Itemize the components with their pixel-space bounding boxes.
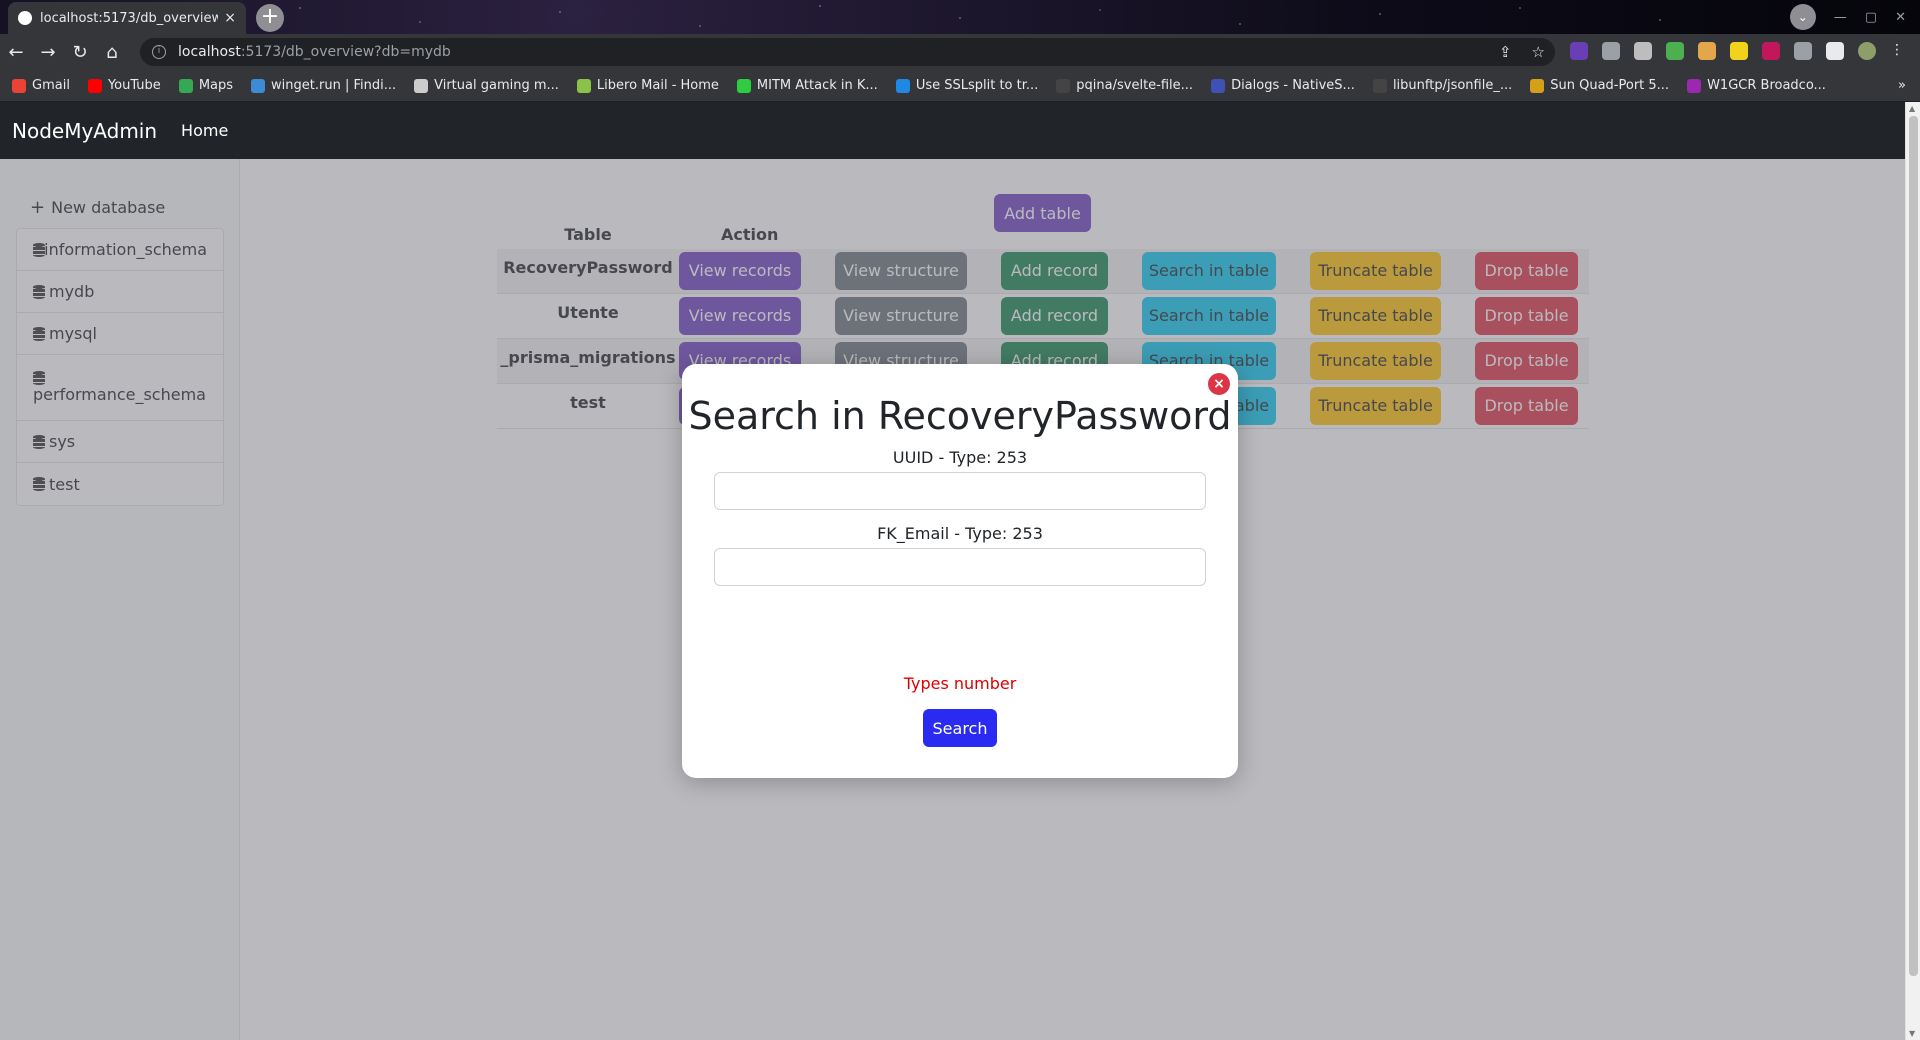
bookmark-item[interactable]: YouTube <box>87 78 161 93</box>
brand-logo[interactable]: NodeMyAdmin <box>12 119 157 143</box>
tab-close-icon[interactable]: × <box>224 10 236 26</box>
bookmark-icon <box>1530 78 1545 93</box>
bookmark-item[interactable]: winget.run | Findi... <box>251 78 396 93</box>
share-icon[interactable]: ⇪ <box>1499 43 1512 61</box>
bookmark-item[interactable]: Dialogs - NativeS... <box>1211 78 1355 93</box>
fk-email-input[interactable] <box>714 548 1206 586</box>
site-info-icon[interactable]: i <box>152 45 166 59</box>
bookmark-icon <box>178 78 193 93</box>
bookmark-item[interactable]: pqina/svelte-file... <box>1056 78 1193 93</box>
bookmark-icon <box>87 78 102 93</box>
bookmark-label: Sun Quad-Port 5... <box>1550 78 1670 93</box>
extension-icon[interactable] <box>1570 42 1588 60</box>
bookmarks-overflow-icon[interactable]: » <box>1898 78 1906 93</box>
scroll-down-icon[interactable]: ▼ <box>1909 1029 1915 1038</box>
bookmark-icon <box>251 78 266 93</box>
bookmark-item[interactable]: W1GCR Broadco... <box>1687 78 1826 93</box>
back-icon[interactable]: ← <box>0 42 32 63</box>
bookmark-item[interactable]: Sun Quad-Port 5... <box>1530 78 1669 93</box>
bookmark-item[interactable]: libunftp/jsonfile_... <box>1372 78 1513 93</box>
bookmark-icon <box>895 78 910 93</box>
side-panel-icon[interactable] <box>1826 42 1844 60</box>
extension-icon[interactable] <box>1634 42 1652 60</box>
tab-favicon-icon <box>18 11 32 25</box>
scrollbar-thumb[interactable] <box>1909 116 1918 976</box>
search-modal: × Search in RecoveryPassword UUID - Type… <box>682 364 1238 778</box>
bookmark-label: Use SSLsplit to tr... <box>915 78 1039 93</box>
bookmark-icon <box>576 78 591 93</box>
bookmark-label: Virtual gaming m... <box>434 78 559 93</box>
address-bar[interactable]: i localhost:5173/db_overview?db=mydb ⇪ ☆ <box>140 38 1555 66</box>
uuid-input[interactable] <box>714 472 1206 510</box>
close-icon[interactable]: × <box>1208 373 1230 395</box>
bookmark-icon <box>1687 78 1702 93</box>
extension-icon[interactable] <box>1666 42 1684 60</box>
bookmark-star-icon[interactable]: ☆ <box>1532 43 1545 61</box>
window-controls: ⌄ — ▢ ✕ <box>1789 4 1906 30</box>
browser-tab[interactable]: localhost:5173/db_overview × <box>8 2 246 34</box>
scroll-up-icon[interactable]: ▲ <box>1909 104 1915 113</box>
tabstrip-background <box>0 0 1920 34</box>
bookmark-item[interactable]: MITM Attack in K... <box>736 78 878 93</box>
extension-icon[interactable] <box>1762 42 1780 60</box>
menu-icon[interactable]: ⋮ <box>1890 42 1908 60</box>
bookmark-icon <box>1211 78 1226 93</box>
bookmark-label: pqina/svelte-file... <box>1076 78 1194 93</box>
bookmark-item[interactable]: Use SSLsplit to tr... <box>895 78 1039 93</box>
extension-icon[interactable] <box>1698 42 1716 60</box>
bookmark-item[interactable]: Maps <box>178 78 234 93</box>
search-button[interactable]: Search <box>923 709 997 747</box>
browser-tabstrip: localhost:5173/db_overview × + ⌄ — ▢ ✕ <box>0 0 1920 34</box>
field-label-uuid: UUID - Type: 253 <box>892 448 1028 467</box>
maximize-icon[interactable]: ▢ <box>1865 10 1877 25</box>
modal-title: Search in RecoveryPassword <box>688 394 1232 438</box>
url-host: localhost <box>178 44 241 60</box>
bookmark-label: Maps <box>198 78 234 93</box>
extension-icon[interactable] <box>1602 42 1620 60</box>
bookmark-item[interactable]: Gmail <box>12 78 70 93</box>
bookmark-icon <box>1056 78 1071 93</box>
minimize-icon[interactable]: — <box>1834 10 1847 25</box>
bookmarks-bar: Gmail YouTube Maps winget.run | Findi...… <box>0 70 1920 102</box>
close-window-icon[interactable]: ✕ <box>1895 10 1906 25</box>
profile-avatar[interactable] <box>1858 42 1876 60</box>
app-navbar: NodeMyAdmin Home <box>0 102 1905 159</box>
bookmark-item[interactable]: Virtual gaming m... <box>414 78 559 93</box>
field-label-fk-email: FK_Email - Type: 253 <box>877 524 1043 543</box>
bookmark-icon <box>736 78 751 93</box>
new-tab-button[interactable]: + <box>256 4 284 32</box>
extension-icon[interactable] <box>1730 42 1748 60</box>
forward-icon[interactable]: → <box>32 42 64 63</box>
tab-search-icon[interactable]: ⌄ <box>1789 4 1816 30</box>
home-icon[interactable]: ⌂ <box>96 42 128 63</box>
extensions-area: ⋮ <box>1570 42 1908 60</box>
bookmark-label: MITM Attack in K... <box>756 78 878 93</box>
bookmark-label: W1GCR Broadco... <box>1707 78 1826 93</box>
types-number-note: Types number <box>903 674 1017 693</box>
bookmark-label: winget.run | Findi... <box>271 78 397 93</box>
bookmark-icon <box>1372 78 1387 93</box>
page-scrollbar[interactable]: ▲ ▼ <box>1905 102 1920 1040</box>
reload-icon[interactable]: ↻ <box>64 42 96 63</box>
browser-toolbar: ← → ↻ ⌂ i localhost:5173/db_overview?db=… <box>0 34 1920 70</box>
bookmark-label: Gmail <box>32 78 70 93</box>
nav-home-link[interactable]: Home <box>181 121 228 140</box>
extensions-puzzle-icon[interactable] <box>1794 42 1812 60</box>
web-page: NodeMyAdmin Home + New database informat… <box>0 102 1920 1040</box>
bookmark-label: Libero Mail - Home <box>596 78 719 93</box>
url-path: :5173/db_overview?db=mydb <box>240 44 451 60</box>
bookmark-item[interactable]: Libero Mail - Home <box>576 78 719 93</box>
bookmark-icon <box>414 78 429 93</box>
bookmark-icon <box>12 78 26 93</box>
bookmark-label: Dialogs - NativeS... <box>1231 78 1355 93</box>
bookmark-label: YouTube <box>107 78 161 93</box>
tab-title: localhost:5173/db_overview <box>40 10 219 26</box>
bookmark-label: libunftp/jsonfile_... <box>1392 78 1513 93</box>
